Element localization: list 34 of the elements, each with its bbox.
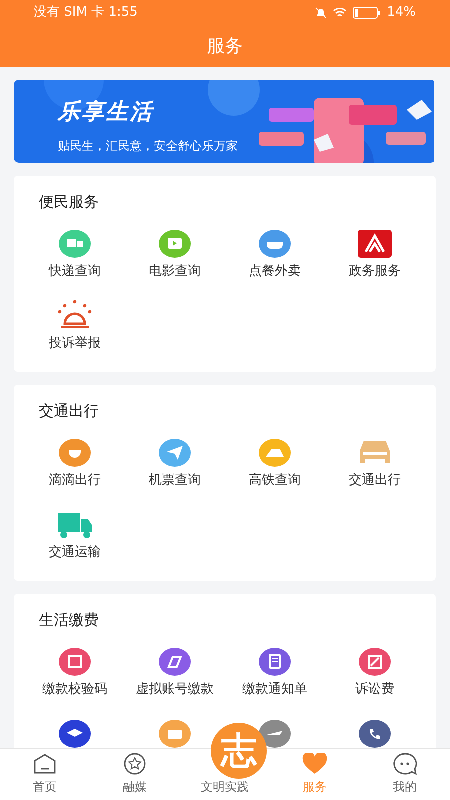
banner[interactable]: 乐享生活 贴民生，汇民意，安全舒心乐万家 — [14, 80, 436, 163]
section-title: 生活缴费 — [39, 611, 99, 629]
battery-percent: 14% — [387, 4, 416, 22]
service-item[interactable]: 点餐外卖 — [225, 226, 325, 292]
wifi-icon — [333, 7, 348, 18]
banner-title: 乐享生活 — [58, 98, 156, 127]
service-item[interactable]: 诉讼费 — [325, 644, 425, 710]
heart-icon — [302, 752, 328, 776]
carrier-time: 没有 SIM 卡 1:55 — [34, 4, 138, 22]
banner-subtitle: 贴民生，汇民意，安全舒心乐万家 — [58, 138, 238, 155]
mute-icon — [315, 6, 328, 18]
service-item[interactable]: 交通出行 — [325, 435, 425, 501]
tab[interactable]: 融媒 — [90, 749, 180, 800]
service-item[interactable]: 虚拟账号缴款 — [125, 644, 225, 710]
battery-icon — [353, 6, 382, 18]
chat-bubble-icon — [392, 752, 418, 776]
service-item[interactable]: 投诉举报 — [25, 298, 125, 364]
service-item[interactable]: 政务服务 — [325, 226, 425, 292]
page-title: 服务 — [207, 34, 243, 58]
tab[interactable]: 我的 — [360, 749, 450, 800]
section-title: 交通出行 — [39, 402, 99, 420]
tab[interactable]: 首页 — [0, 749, 90, 800]
home-icon — [33, 752, 57, 776]
service-item[interactable]: 电影查询 — [125, 226, 225, 292]
service-item[interactable]: 交通运输 — [25, 507, 125, 573]
service-item[interactable]: 高铁查询 — [225, 435, 325, 501]
service-item[interactable]: 缴款通知单 — [225, 644, 325, 710]
service-item[interactable]: 机票查询 — [125, 435, 225, 501]
tab[interactable]: 文明实践 — [201, 778, 249, 796]
section-title: 便民服务 — [39, 193, 99, 211]
siren-icon — [57, 298, 93, 330]
service-item[interactable]: 滴滴出行 — [25, 435, 125, 501]
service-item[interactable]: 快递查询 — [25, 226, 125, 292]
service-item[interactable]: 缴款校验码 — [25, 644, 125, 710]
